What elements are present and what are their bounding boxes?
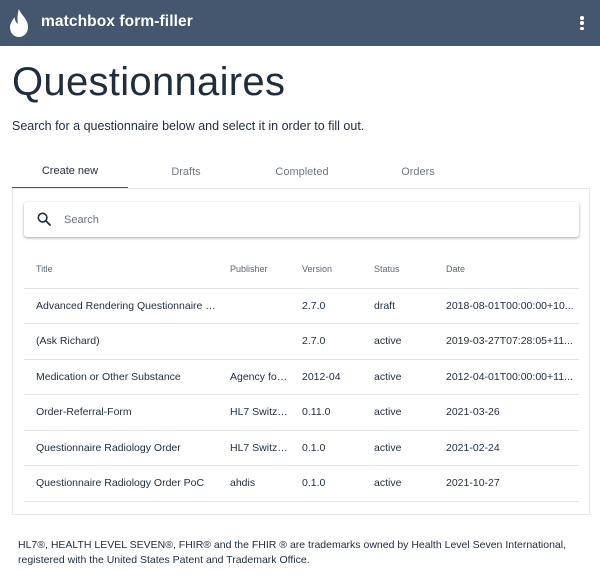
cell-title: Medication or Other Substance	[24, 359, 218, 395]
cell-version: 2.7.0	[290, 323, 362, 360]
cell-title: Advanced Rendering Questionnaire Pr...	[24, 288, 218, 324]
tab-create-new[interactable]: Create new	[12, 155, 128, 188]
tab-drafts[interactable]: Drafts	[128, 155, 244, 188]
cell-status: active	[362, 465, 434, 502]
tab-completed[interactable]: Completed	[244, 155, 360, 188]
column-header-status[interactable]: Status	[362, 251, 434, 289]
search-icon	[37, 212, 51, 226]
cell-title: Questionnaire Radiology Order	[24, 430, 218, 466]
app-title: matchbox form-filler	[41, 13, 193, 30]
tab-bar: Create new Drafts Completed Orders	[12, 155, 590, 188]
search-box[interactable]	[24, 202, 579, 237]
cell-publisher: HL7 Switze...	[218, 394, 290, 431]
cell-version: 2012-04	[290, 359, 362, 395]
table-header-row: Title Publisher Version Status Date	[24, 251, 579, 289]
trademark-footer: HL7®, HEALTH LEVEL SEVEN®, FHIR® and the…	[18, 539, 567, 566]
tab-orders[interactable]: Orders	[360, 155, 476, 188]
cell-version: 0.11.0	[290, 394, 362, 431]
cell-title: Order-Referral-Form	[24, 394, 218, 431]
questionnaire-panel: Title Publisher Version Status Date Adva…	[12, 188, 590, 515]
flame-icon[interactable]	[8, 8, 30, 38]
cell-date: 2019-03-27T07:28:05+11...	[434, 323, 579, 360]
column-header-version[interactable]: Version	[290, 251, 362, 289]
cell-publisher: HL7 Switze...	[218, 430, 290, 466]
table-row[interactable]: (Ask Richard) 2.7.0 active 2019-03-27T07…	[24, 323, 579, 360]
cell-status: active	[362, 359, 434, 395]
cell-publisher: Agency for ...	[218, 359, 290, 395]
cell-title: (Ask Richard)	[24, 323, 218, 360]
cell-status: draft	[362, 288, 434, 324]
column-header-title[interactable]: Title	[24, 251, 218, 289]
questionnaire-table: Title Publisher Version Status Date Adva…	[24, 251, 579, 502]
search-input[interactable]	[64, 202, 564, 237]
page-subtitle: Search for a questionnaire below and sel…	[12, 119, 365, 133]
cell-publisher	[218, 288, 290, 324]
cell-date: 2021-02-24	[434, 430, 579, 466]
cell-title: Questionnaire Radiology Order PoC	[24, 465, 218, 502]
cell-publisher	[218, 323, 290, 360]
table-row[interactable]: Medication or Other Substance Agency for…	[24, 359, 579, 395]
cell-version: 2.7.0	[290, 288, 362, 324]
more-vert-icon[interactable]	[576, 13, 588, 33]
cell-status: active	[362, 323, 434, 360]
column-header-date[interactable]: Date	[434, 251, 579, 289]
cell-publisher: ahdis	[218, 465, 290, 502]
table-row[interactable]: Questionnaire Radiology Order PoC ahdis …	[24, 465, 579, 502]
cell-status: active	[362, 430, 434, 466]
table-row[interactable]: Advanced Rendering Questionnaire Pr... 2…	[24, 288, 579, 324]
cell-version: 0.1.0	[290, 430, 362, 466]
page-title: Questionnaires	[12, 60, 286, 104]
cell-version: 0.1.0	[290, 465, 362, 502]
table-row[interactable]: Order-Referral-Form HL7 Switze... 0.11.0…	[24, 394, 579, 431]
cell-date: 2021-03-26	[434, 394, 579, 431]
cell-date: 2012-04-01T00:00:00+11...	[434, 359, 579, 395]
cell-date: 2021-10-27	[434, 465, 579, 502]
app-toolbar: matchbox form-filler	[0, 0, 600, 46]
table-row[interactable]: Questionnaire Radiology Order HL7 Switze…	[24, 430, 579, 466]
cell-date: 2018-08-01T00:00:00+10...	[434, 288, 579, 324]
cell-status: active	[362, 394, 434, 431]
column-header-publisher[interactable]: Publisher	[218, 251, 290, 289]
